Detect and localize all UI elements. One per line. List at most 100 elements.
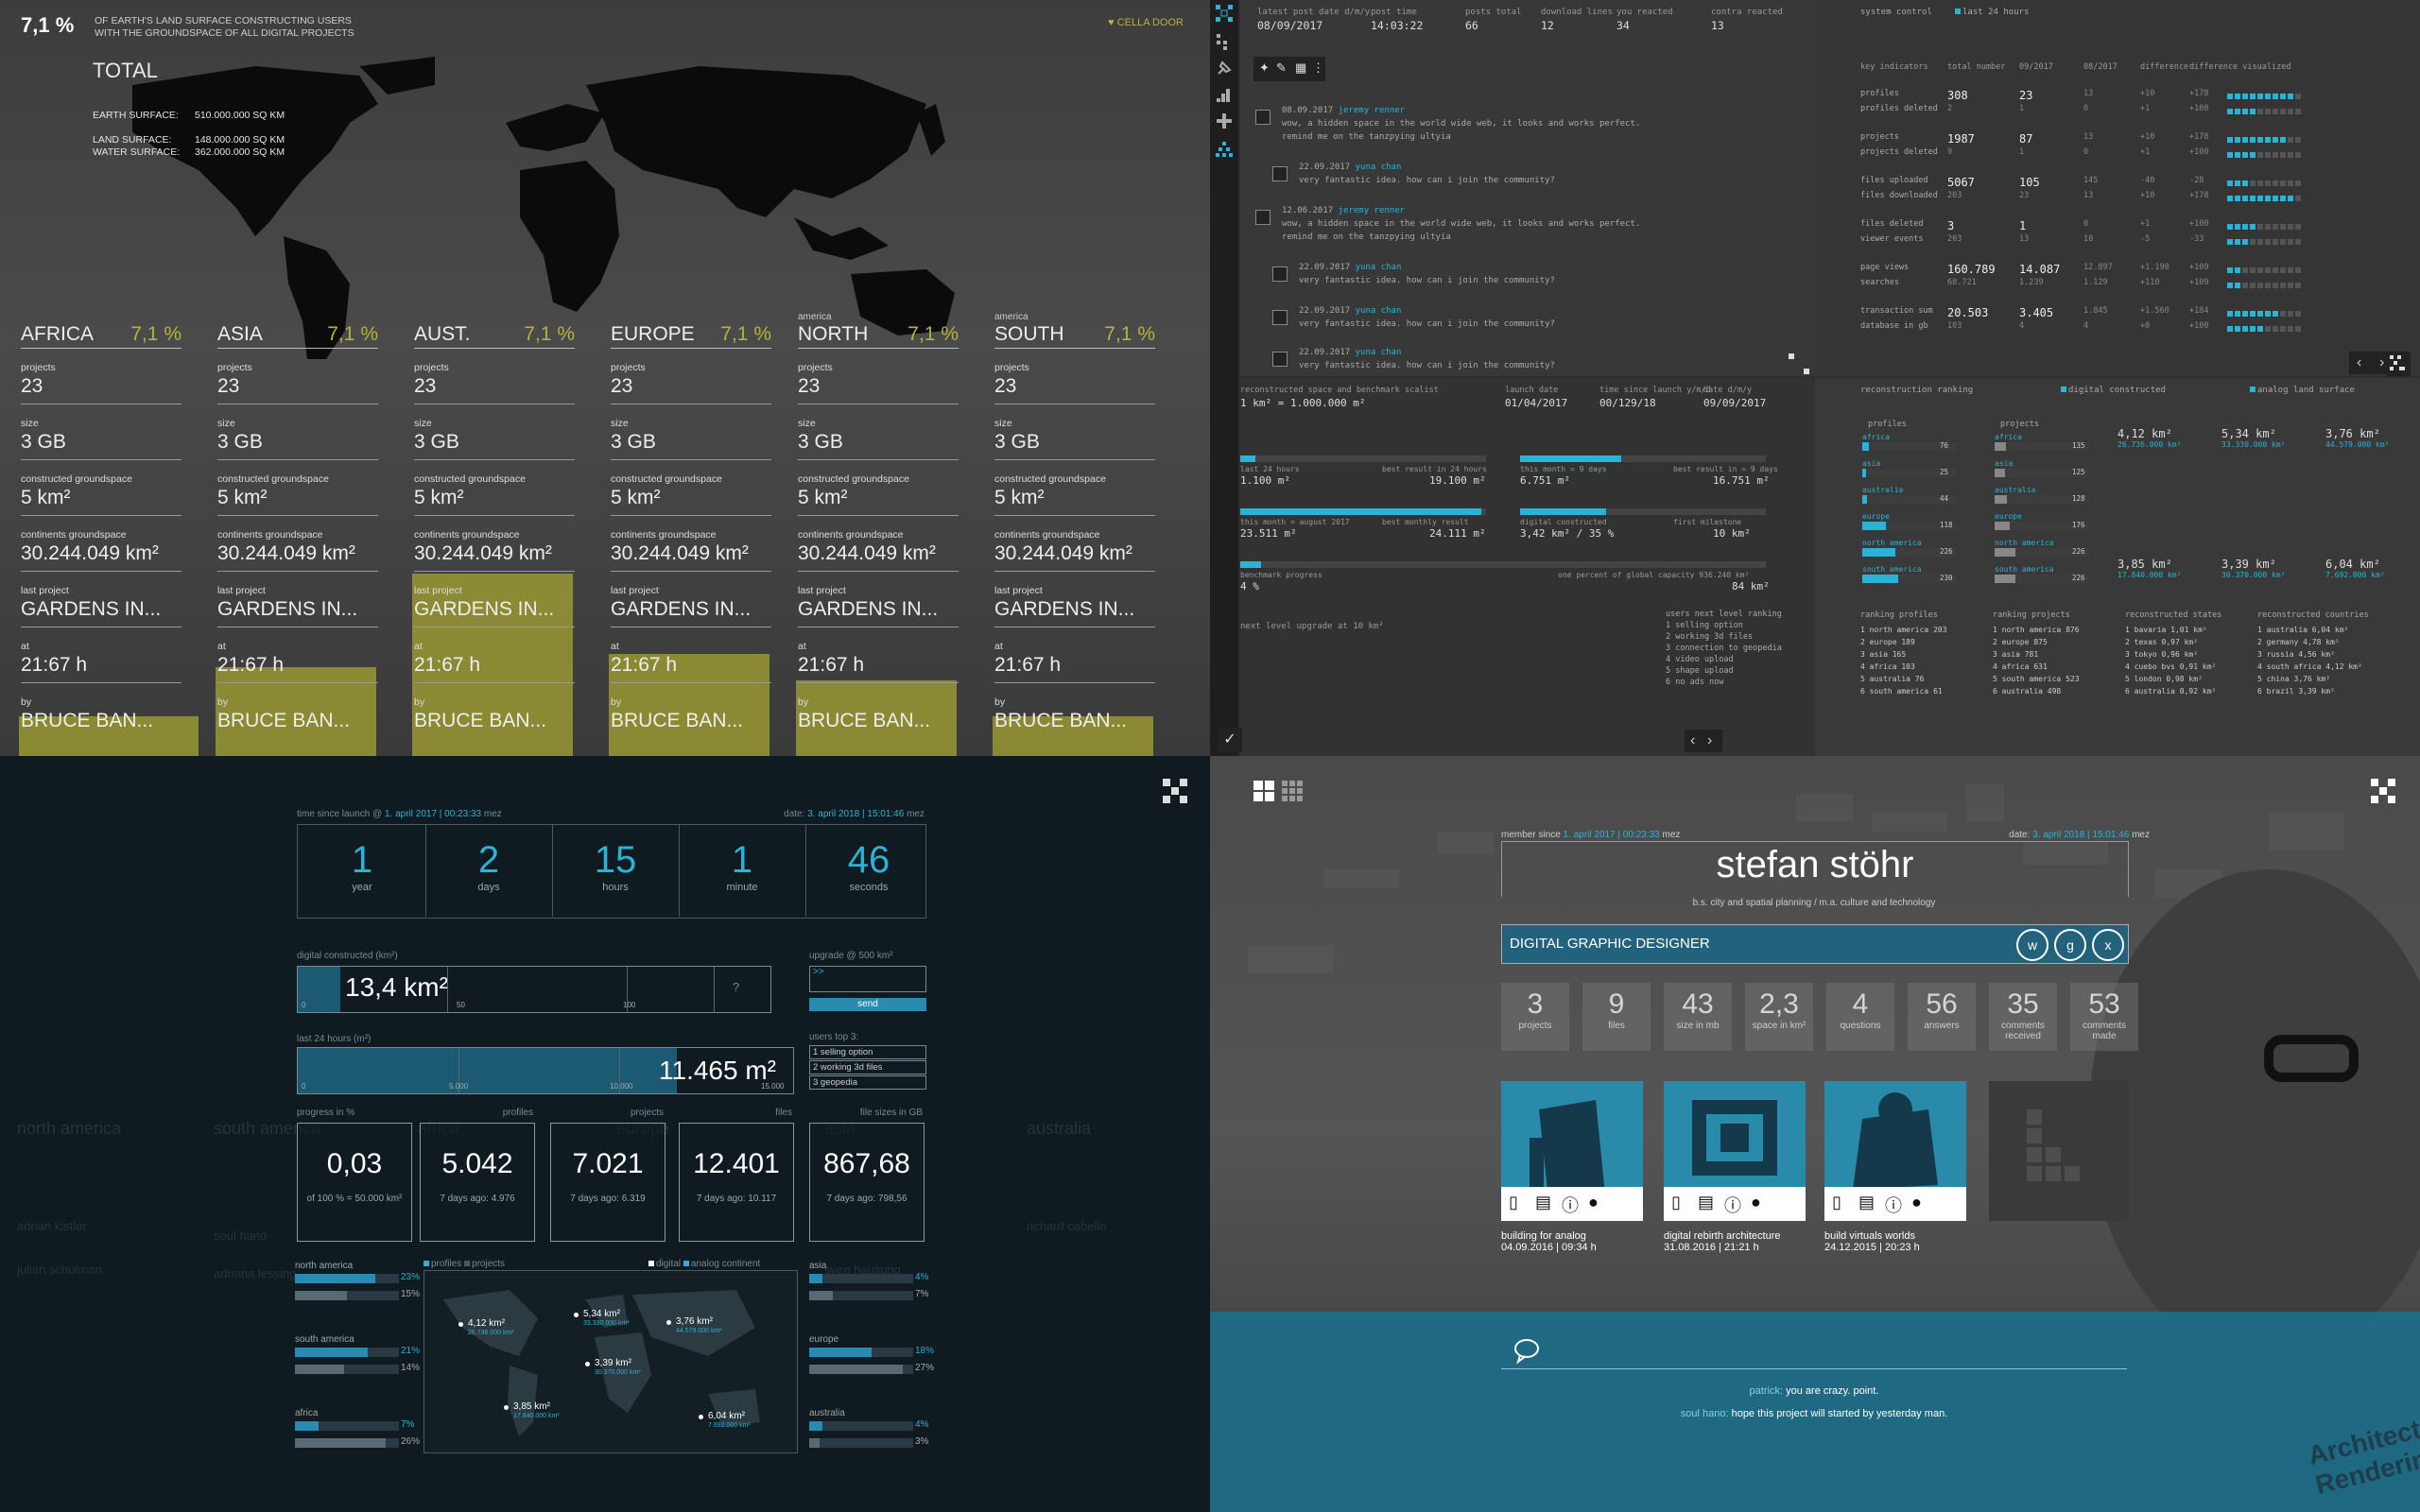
tool-b-icon[interactable]: ✎ [1276, 60, 1287, 76]
ranking-list-item: 2 texas 0,97 km² [2125, 638, 2199, 646]
location-icon[interactable]: ● [1911, 1193, 1922, 1212]
project-image: ▯ ▤ ⓘ ● [1501, 1081, 1643, 1221]
prev-icon[interactable]: ‹ [1690, 732, 1695, 749]
hierarchy-icon[interactable] [1215, 32, 1234, 51]
field-label: size [611, 418, 629, 429]
profile-stat[interactable]: 43 size in mb [1664, 983, 1732, 1051]
file-icon[interactable]: ▯ [1509, 1193, 1518, 1212]
field-value: 21:67 h [994, 654, 1062, 676]
row-label: digital constructed [1520, 518, 1607, 526]
continent-title: ASIA 7,1 % [217, 312, 378, 349]
message-checkbox[interactable] [1272, 166, 1288, 181]
profile-stat[interactable]: 35 comments received [1989, 983, 2057, 1051]
pattern-icon[interactable] [2386, 352, 2411, 376]
file-icon[interactable]: ▯ [1832, 1193, 1841, 1212]
location-icon[interactable]: ● [1588, 1193, 1599, 1212]
project-date: 04.09.2016 | 09:34 h [1501, 1242, 1597, 1253]
last24-label: last 24 hours (m²) [297, 1034, 372, 1044]
add-project-tile[interactable] [1989, 1081, 2129, 1221]
project-card[interactable]: ▯ ▤ ⓘ ● building for analog 04.09.2016 | 09:3… [1501, 1081, 1643, 1253]
next-icon[interactable]: › [2379, 354, 2384, 371]
table-header: 09/2017 [2019, 62, 2053, 72]
more-icon[interactable]: ⋮ [1312, 60, 1324, 76]
profile-stat[interactable]: 56 answers [1908, 983, 1976, 1051]
continent-prefix: america [994, 312, 1028, 322]
profile-stat[interactable]: 2,3 space in km² [1745, 983, 1813, 1051]
tool-a-icon[interactable]: ✦ [1259, 60, 1270, 76]
tool-c-icon[interactable]: ▦ [1295, 60, 1306, 76]
prev-icon[interactable]: ‹ [2357, 354, 2361, 371]
location-icon[interactable]: ● [1751, 1193, 1761, 1212]
document-icon[interactable]: ▤ [1698, 1193, 1714, 1212]
message-checkbox[interactable] [1272, 310, 1288, 325]
table-cell: +100 [2189, 321, 2209, 331]
benchmark-fill [1240, 561, 1262, 568]
stat-value: 14:03:22 [1371, 19, 1424, 32]
message-checkbox[interactable] [1272, 266, 1288, 282]
profile-stat[interactable]: 9 files [1582, 983, 1651, 1051]
document-icon[interactable]: ▤ [1858, 1193, 1875, 1212]
profile-stat[interactable]: 53 comments made [2070, 983, 2138, 1051]
message-checkbox[interactable] [1272, 352, 1288, 367]
ranking-region: south america [1862, 565, 1922, 574]
field-label: at [611, 641, 619, 652]
card-head-left: progress in % [297, 1108, 355, 1118]
field-value: 5 km² [994, 487, 1045, 508]
profile-stat[interactable]: 3 projects [1501, 983, 1569, 1051]
field-label: size [994, 418, 1012, 429]
grid-view-icon[interactable] [1282, 781, 1303, 806]
upgrade-input[interactable]: >> [809, 966, 926, 992]
comment-icon[interactable] [1512, 1336, 1541, 1365]
stairs-icon[interactable] [1215, 85, 1234, 104]
grid-icon[interactable] [1215, 4, 1234, 23]
ranking-bar-fill [1862, 442, 1869, 451]
table-cell: -40 [2140, 176, 2155, 185]
profile-stat[interactable]: 4 questions [1826, 983, 1894, 1051]
difference-square [2265, 137, 2271, 143]
message-checkbox[interactable] [1255, 210, 1270, 225]
next-icon[interactable]: › [1707, 732, 1712, 749]
difference-square [2227, 94, 2233, 99]
difference-square [2265, 283, 2271, 288]
continent-field: at 21:67 h [217, 627, 378, 683]
close-icon[interactable] [2369, 777, 2397, 805]
region-bar-profiles [809, 1421, 913, 1431]
ranking-list-title: reconstructed countries [2257, 610, 2369, 620]
info-icon[interactable]: ⓘ [1885, 1193, 1902, 1217]
file-icon[interactable]: ▯ [1671, 1193, 1681, 1212]
plus-grid-icon[interactable] [1215, 112, 1234, 130]
info-icon[interactable]: ⓘ [1562, 1193, 1579, 1217]
pin-tool-icon[interactable] [1215, 59, 1234, 77]
project-card[interactable]: ▯ ▤ ⓘ ● digital rebirth architecture 31.08.20… [1664, 1081, 1806, 1253]
social-g-button[interactable]: g [2054, 929, 2086, 961]
collapse-icon[interactable] [1787, 352, 1811, 376]
document-icon[interactable]: ▤ [1535, 1193, 1551, 1212]
close-icon[interactable] [1161, 777, 1189, 805]
difference-visual [2227, 194, 2303, 204]
ranking-list-item: 1 australia 6,04 km² [2257, 626, 2349, 634]
tile-view-icon[interactable] [1253, 781, 1274, 806]
dc-help-button[interactable]: ? [733, 980, 739, 994]
field-label: projects [994, 362, 1029, 373]
field-label: by [21, 696, 32, 708]
social-w-button[interactable]: w [2016, 929, 2048, 961]
table-cell: database in gb [1860, 321, 1928, 331]
pyramid-icon[interactable] [1215, 140, 1234, 159]
table-cell: 1 [2019, 219, 2027, 232]
send-button[interactable]: send [809, 998, 926, 1011]
message-checkbox[interactable] [1255, 110, 1270, 125]
info-icon[interactable]: ⓘ [1724, 1193, 1741, 1217]
global-label: one percent of global capacity 936.240 k… [1558, 571, 1750, 579]
table-cell: 0 [2083, 147, 2089, 157]
message-user: yuna chan [1355, 348, 1402, 357]
comment-input-line[interactable] [1501, 1368, 2127, 1369]
project-card[interactable]: ▯ ▤ ⓘ ● build virtuals worlds 24.12.2015 | 20… [1824, 1081, 1966, 1253]
region-area-sub: 44.579.000 km² [2325, 440, 2390, 449]
check-icon[interactable]: ✓ [1218, 728, 1242, 752]
continent-field: by BRUCE BAN... [217, 683, 378, 738]
field-value: 30.244.049 km² [217, 542, 355, 564]
brand-logo[interactable]: ♥ CELLA DOOR [1108, 17, 1184, 28]
users-top-item: 2 working 3d files [809, 1060, 926, 1074]
field-value: 21:67 h [798, 654, 865, 676]
social-x-button[interactable]: x [2092, 929, 2124, 961]
